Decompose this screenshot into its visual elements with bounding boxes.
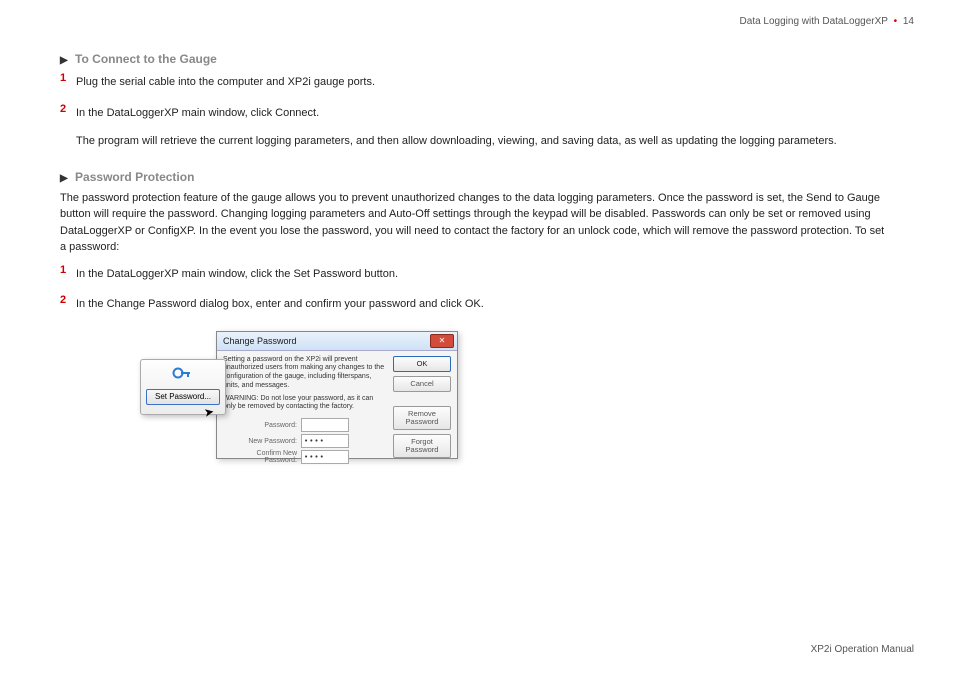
lock-key-icon	[141, 364, 225, 385]
step-number: 1	[60, 264, 70, 291]
bullet-icon: •	[894, 16, 898, 27]
page-number: 14	[903, 16, 914, 27]
connect-detail: The program will retrieve the current lo…	[76, 133, 906, 150]
remove-password-button[interactable]: Remove Password	[393, 406, 451, 430]
new-password-row: New Password: ••••	[223, 434, 387, 448]
connect-step-2: 2 In the DataLoggerXP main window, click…	[60, 103, 914, 130]
password-step-1: 1 In the DataLoggerXP main window, click…	[60, 264, 914, 291]
step-number: 1	[60, 72, 70, 99]
figure-change-password: Set Password... ➤ Change Password ✕ Sett…	[140, 331, 540, 461]
heading-connect: ▶ To Connect to the Gauge	[60, 52, 914, 66]
new-password-label: New Password:	[223, 438, 297, 445]
password-intro: The password protection feature of the g…	[60, 190, 890, 256]
password-step-2: 2 In the Change Password dialog box, ent…	[60, 294, 914, 321]
new-password-input[interactable]: ••••	[301, 434, 349, 448]
dialog-warning: WARNING: Do not lose your password, as i…	[223, 395, 387, 413]
confirm-password-label: Confirm New Password:	[223, 450, 297, 464]
confirm-password-input[interactable]: ••••	[301, 450, 349, 464]
page-header: Data Logging with DataLoggerXP • 14	[740, 16, 914, 27]
confirm-password-row: Confirm New Password: ••••	[223, 450, 387, 464]
header-section: Data Logging with DataLoggerXP	[740, 16, 888, 27]
step-number: 2	[60, 103, 70, 130]
connect-step-1: 1 Plug the serial cable into the compute…	[60, 72, 914, 99]
page-footer: XP2i Operation Manual	[811, 644, 914, 655]
dialog-title-text: Change Password	[223, 336, 297, 346]
cancel-button[interactable]: Cancel	[393, 376, 451, 392]
forgot-password-button[interactable]: Forgot Password	[393, 434, 451, 458]
triangle-icon: ▶	[60, 173, 68, 184]
change-password-dialog: Change Password ✕ Setting a password on …	[216, 331, 458, 459]
step-number: 2	[60, 294, 70, 321]
ok-button[interactable]: OK	[393, 356, 451, 372]
triangle-icon: ▶	[60, 55, 68, 66]
close-icon[interactable]: ✕	[430, 334, 454, 348]
dialog-message: Setting a password on the XP2i will prev…	[223, 356, 387, 391]
set-password-button[interactable]: Set Password...	[146, 389, 220, 405]
dialog-titlebar: Change Password ✕	[217, 332, 457, 351]
old-password-input[interactable]	[301, 418, 349, 432]
old-password-label: Password:	[223, 422, 297, 429]
password-row: Password:	[223, 418, 387, 432]
heading-password: ▶ Password Protection	[60, 170, 914, 184]
